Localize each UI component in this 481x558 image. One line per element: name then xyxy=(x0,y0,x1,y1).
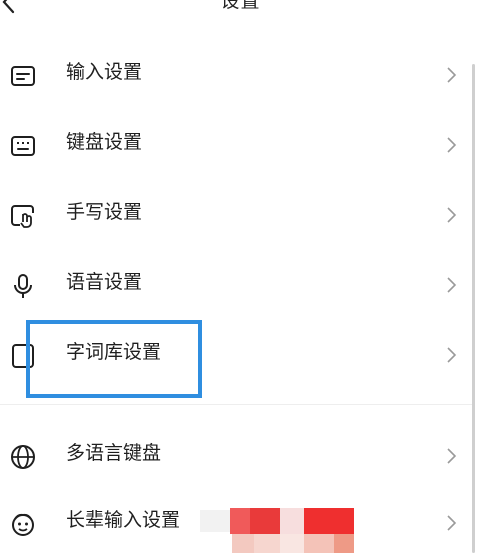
settings-item-label: 字词库设置 xyxy=(66,341,162,363)
settings-item-label: 长辈输入设置 xyxy=(66,509,181,531)
settings-item-lexicon[interactable]: 字词库设置 xyxy=(0,320,472,390)
settings-item-keyboard[interactable]: 键盘设置 xyxy=(0,110,472,180)
section-divider xyxy=(0,404,472,405)
settings-item-label: 键盘设置 xyxy=(66,131,143,153)
keyboard-icon xyxy=(11,136,35,156)
settings-item-multilang[interactable]: 多语言键盘 xyxy=(0,421,472,491)
microphone-icon xyxy=(14,274,32,298)
chevron-right-icon xyxy=(447,277,457,293)
chevron-right-icon xyxy=(447,448,457,464)
lexicon-icon xyxy=(12,344,34,368)
handwriting-icon xyxy=(11,205,34,228)
page-title: 设置 xyxy=(220,0,261,12)
settings-item-label: 输入设置 xyxy=(66,61,143,83)
elder-face-icon xyxy=(12,513,34,536)
settings-item-input[interactable]: 输入设置 xyxy=(0,40,472,110)
chevron-right-icon xyxy=(447,67,457,83)
settings-item-voice[interactable]: 语音设置 xyxy=(0,250,472,320)
chevron-right-icon xyxy=(447,515,457,531)
chevron-right-icon xyxy=(447,207,457,223)
input-box-icon xyxy=(11,66,35,86)
globe-icon xyxy=(11,445,35,469)
settings-item-label: 手写设置 xyxy=(66,201,143,223)
chevron-right-icon xyxy=(447,347,457,363)
settings-item-label: 多语言键盘 xyxy=(66,442,162,464)
chevron-right-icon xyxy=(447,137,457,153)
header-bar: 设置 xyxy=(0,0,481,22)
settings-item-label: 语音设置 xyxy=(66,271,143,293)
settings-item-handwrite[interactable]: 手写设置 xyxy=(0,180,472,250)
redaction-mosaic xyxy=(200,502,358,553)
scrollbar[interactable] xyxy=(472,64,475,553)
